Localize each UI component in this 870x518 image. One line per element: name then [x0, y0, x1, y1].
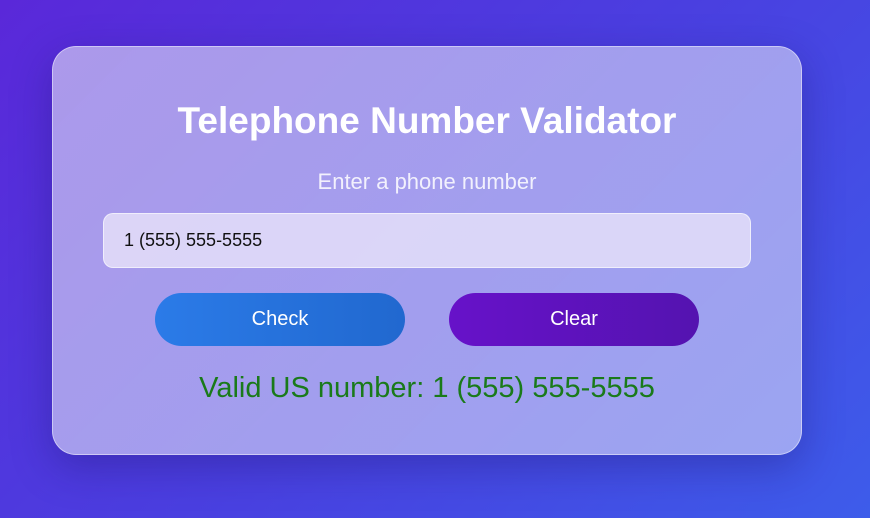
validator-card: Telephone Number Validator Enter a phone… [52, 46, 802, 455]
check-button[interactable]: Check [155, 293, 405, 346]
page-title: Telephone Number Validator [177, 100, 677, 141]
result-message: Valid US number: 1 (555) 555-5555 [199, 372, 655, 404]
input-label: Enter a phone number [317, 169, 537, 194]
phone-number-input[interactable] [103, 213, 751, 268]
clear-button[interactable]: Clear [449, 293, 699, 346]
